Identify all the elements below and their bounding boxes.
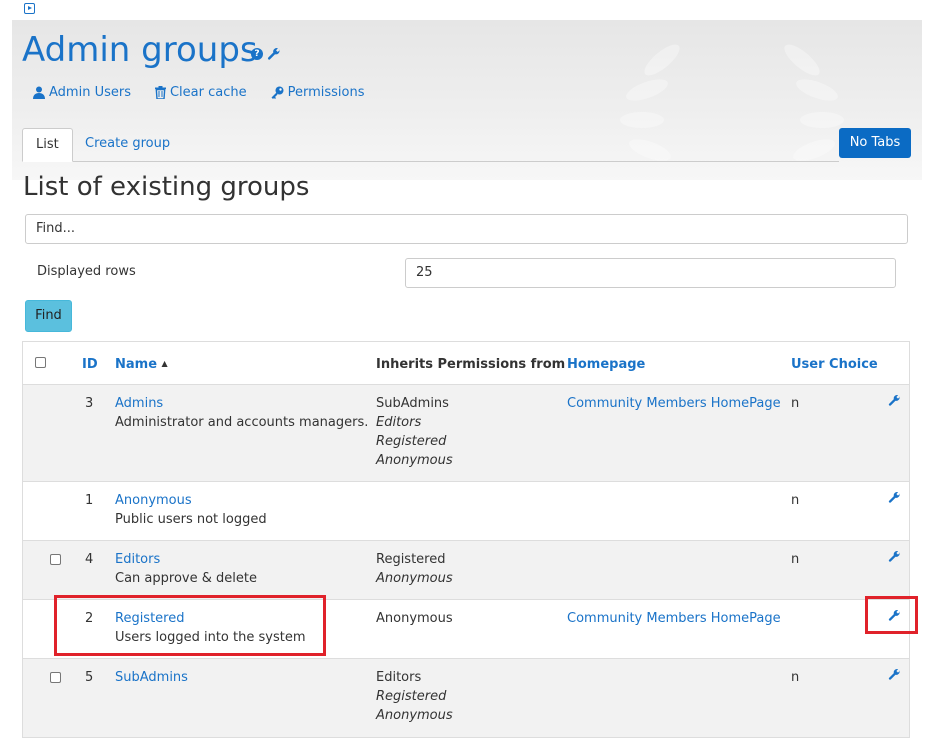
group-name-link[interactable]: Editors bbox=[115, 550, 257, 569]
inherits-indirect: Registered bbox=[376, 689, 447, 704]
page-title: Admin groups bbox=[22, 30, 258, 70]
wrench-icon[interactable] bbox=[267, 47, 281, 61]
find-button[interactable]: Find bbox=[25, 300, 72, 332]
homepage-link[interactable]: Community Members HomePage bbox=[567, 611, 781, 626]
wrench-icon[interactable] bbox=[888, 550, 901, 563]
sort-ascending-icon: ▲ bbox=[161, 359, 168, 368]
section-title: List of existing groups bbox=[23, 172, 310, 202]
row-id: 3 bbox=[85, 396, 94, 411]
table-header: ID Name ▲ Inherits Permissions from Home… bbox=[23, 342, 909, 384]
row-id: 4 bbox=[85, 552, 94, 567]
user-choice-value: n bbox=[791, 396, 800, 411]
clear-cache-label: Clear cache bbox=[169, 85, 247, 100]
group-name-link[interactable]: Admins bbox=[115, 394, 368, 413]
wrench-icon[interactable] bbox=[888, 491, 901, 504]
inherits-direct: Anonymous bbox=[376, 611, 453, 626]
group-description: Public users not logged bbox=[115, 512, 267, 527]
highlight-box bbox=[865, 596, 918, 634]
clear-cache-link[interactable]: Clear cache bbox=[154, 85, 247, 100]
column-name-label: Name bbox=[115, 357, 158, 372]
admin-users-label: Admin Users bbox=[49, 85, 131, 100]
key-icon bbox=[271, 86, 284, 99]
row-checkbox[interactable] bbox=[50, 672, 61, 683]
user-choice-value: n bbox=[791, 493, 800, 508]
inherits-indirect: Anonymous bbox=[376, 571, 453, 586]
user-choice-value: n bbox=[791, 552, 800, 567]
tab-create-group[interactable]: Create group bbox=[72, 128, 183, 161]
wrench-icon[interactable] bbox=[888, 394, 901, 407]
wrench-icon[interactable] bbox=[888, 668, 901, 681]
inherits-indirect: Anonymous bbox=[376, 453, 453, 468]
column-id[interactable]: ID bbox=[82, 357, 98, 372]
inherits-direct: SubAdmins bbox=[376, 396, 449, 411]
group-description: Administrator and accounts managers. bbox=[115, 415, 369, 430]
row-id: 1 bbox=[85, 493, 94, 508]
permissions-label: Permissions bbox=[287, 85, 365, 100]
help-icon[interactable]: ? bbox=[251, 47, 263, 60]
table-row: 3 Admins Administrator and accounts mana… bbox=[23, 384, 909, 481]
group-name-link[interactable]: SubAdmins bbox=[115, 668, 188, 687]
play-box-icon[interactable] bbox=[24, 3, 35, 14]
highlight-box bbox=[54, 595, 326, 656]
column-inherits: Inherits Permissions from bbox=[376, 357, 566, 372]
admin-users-link[interactable]: Admin Users bbox=[33, 85, 131, 100]
column-homepage[interactable]: Homepage bbox=[567, 357, 645, 372]
table-row: 4 Editors Can approve & delete Registere… bbox=[23, 540, 909, 599]
homepage-link[interactable]: Community Members HomePage bbox=[567, 396, 781, 411]
tab-bar: List Create group bbox=[22, 128, 839, 162]
column-name[interactable]: Name ▲ bbox=[115, 357, 168, 372]
action-bar: Admin Users Clear cache Permissions bbox=[33, 85, 365, 100]
column-user-choice[interactable]: User Choice bbox=[791, 357, 878, 372]
table-row: 1 Anonymous Public users not logged n bbox=[23, 481, 909, 540]
displayed-rows-label: Displayed rows bbox=[37, 264, 136, 279]
user-icon bbox=[33, 86, 45, 99]
row-checkbox[interactable] bbox=[50, 554, 61, 565]
permissions-link[interactable]: Permissions bbox=[271, 85, 365, 100]
inherits-indirect: Editors bbox=[376, 415, 422, 430]
inherits-indirect: Registered bbox=[376, 434, 447, 449]
table-row: 5 SubAdmins Editors Registered Anonymous… bbox=[23, 658, 909, 737]
tab-list[interactable]: List bbox=[22, 128, 73, 162]
select-all-checkbox[interactable] bbox=[35, 357, 46, 368]
row-id: 5 bbox=[85, 670, 94, 685]
group-name-link[interactable]: Anonymous bbox=[115, 491, 267, 510]
displayed-rows-input[interactable]: 25 bbox=[405, 258, 896, 288]
inherits-indirect: Anonymous bbox=[376, 708, 453, 723]
group-description: Can approve & delete bbox=[115, 571, 257, 586]
groups-table: ID Name ▲ Inherits Permissions from Home… bbox=[22, 341, 910, 738]
user-choice-value: n bbox=[791, 670, 800, 685]
no-tabs-button[interactable]: No Tabs bbox=[839, 128, 911, 158]
inherits-direct: Editors bbox=[376, 670, 422, 685]
inherits-direct: Registered bbox=[376, 552, 446, 567]
laurel-decoration-icon bbox=[620, 44, 844, 161]
find-input[interactable]: Find... bbox=[25, 214, 908, 244]
trash-icon bbox=[154, 86, 166, 99]
